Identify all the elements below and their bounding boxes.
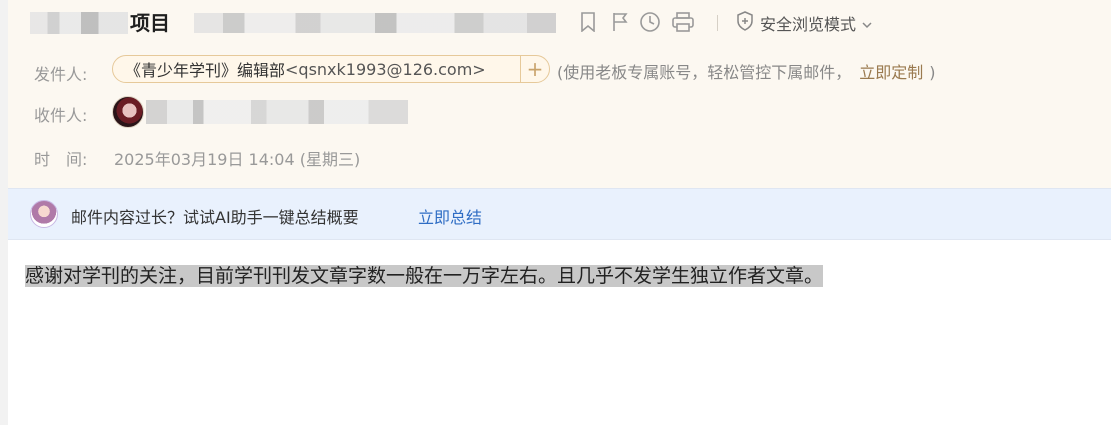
chevron-down-icon xyxy=(862,14,872,33)
subject-title: 项目 xyxy=(130,11,170,35)
upgrade-note-close: ) xyxy=(929,63,936,82)
redacted-subject-prefix xyxy=(30,12,128,34)
avatar xyxy=(112,96,144,128)
redacted-recipient xyxy=(146,100,408,124)
sender-label: 发件人: xyxy=(34,65,88,84)
ai-assistant-avatar xyxy=(30,200,58,228)
safe-browse-mode-toggle[interactable]: 安全浏览模式 xyxy=(736,11,872,35)
subject-row: 项目 安全浏览模式 xyxy=(8,8,1111,38)
bookmark-icon[interactable] xyxy=(576,10,600,34)
left-edge xyxy=(0,0,8,425)
safe-mode-label: 安全浏览模式 xyxy=(760,15,857,34)
recipient-label: 收件人: xyxy=(34,106,88,125)
add-contact-button[interactable]: + xyxy=(520,56,549,82)
time-label: 时 间: xyxy=(34,150,88,169)
summarize-now-link[interactable]: 立即总结 xyxy=(418,204,482,228)
clock-icon[interactable] xyxy=(638,10,662,34)
recipient-pill[interactable] xyxy=(112,95,412,129)
mail-body-text: 感谢对学刊的关注，目前学刊刊发文章字数一般在一万字左右。且几乎不发学生独立作者文… xyxy=(25,265,824,287)
time-value: 2025年03月19日 14:04 (星期三) xyxy=(114,150,361,169)
shield-icon xyxy=(736,11,754,35)
mail-body: 感谢对学刊的关注，目前学刊刊发文章字数一般在一万字左右。且几乎不发学生独立作者文… xyxy=(25,259,824,293)
redacted-subject-suffix xyxy=(194,13,556,33)
toolbar-separator xyxy=(717,15,718,31)
sender-pill[interactable]: 《青少年学刊》编辑部 <qsnxk1993@126.com> + xyxy=(112,55,550,83)
customize-link[interactable]: 立即定制 xyxy=(859,63,923,82)
ai-banner-text: 邮件内容过长？试试AI助手一键总结概要 xyxy=(71,208,359,227)
upgrade-note-text: (使用老板专属账号，轻松管控下属邮件， xyxy=(557,63,852,82)
print-icon[interactable] xyxy=(671,10,695,34)
mail-header: 项目 安全浏览模式 发件人: 《青少年学刊》编辑部 <qsnxk1993@126… xyxy=(8,0,1111,188)
sender-name: 《青少年学刊》编辑部 xyxy=(125,61,286,80)
upgrade-note: (使用老板专属账号，轻松管控下属邮件， 立即定制) xyxy=(557,59,936,83)
sender-email: <qsnxk1993@126.com> xyxy=(285,59,486,79)
flag-icon[interactable] xyxy=(608,10,632,34)
ai-summary-banner: 邮件内容过长？试试AI助手一键总结概要 立即总结 xyxy=(8,188,1111,240)
